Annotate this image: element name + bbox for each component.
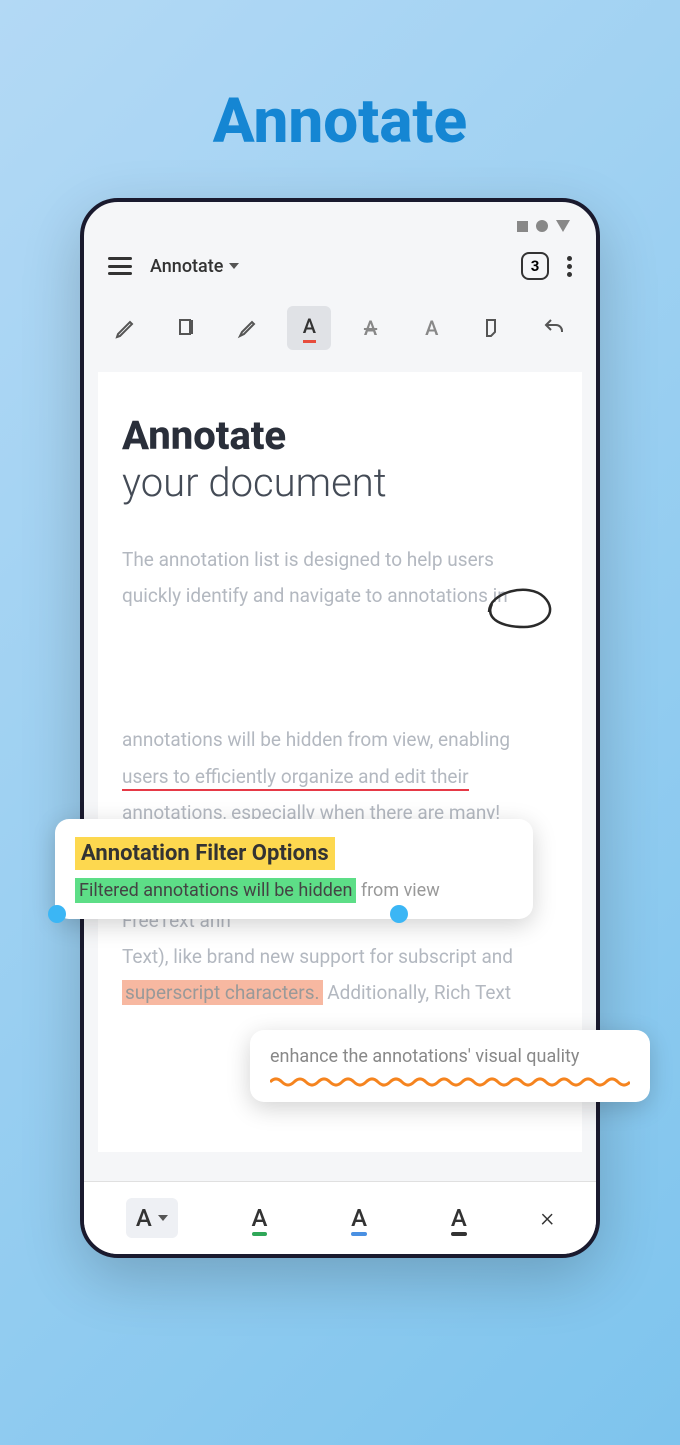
squiggle-underline-icon: [270, 1076, 630, 1088]
freehand-scribble: [474, 572, 564, 642]
color-red-button[interactable]: A: [126, 1198, 178, 1238]
selection-handle-right[interactable]: [390, 905, 408, 923]
shape-tool-icon[interactable]: [471, 306, 515, 350]
squiggle-tool-icon[interactable]: A: [410, 306, 454, 350]
doc-title-light: your document: [122, 459, 558, 506]
undo-icon[interactable]: [532, 306, 576, 350]
hamburger-menu-icon[interactable]: [108, 257, 132, 275]
status-icons: [517, 220, 570, 232]
status-triangle-icon: [556, 220, 570, 232]
strikethrough-tool-icon[interactable]: A: [349, 306, 393, 350]
squiggle-popup-card: enhance the annotations' visual quality: [250, 1030, 650, 1102]
chevron-down-icon: [158, 1215, 168, 1221]
status-circle-icon: [536, 220, 548, 232]
selection-handle-left[interactable]: [48, 905, 66, 923]
mode-label-text: Annotate: [150, 256, 223, 277]
green-highlight: Filtered annotations will be hidden: [75, 878, 356, 903]
squiggle-text: enhance the annotations' visual quality: [270, 1046, 630, 1067]
doc-title-bold: Annotate: [122, 412, 558, 459]
color-blue-button[interactable]: A: [341, 1198, 377, 1238]
pen-tool-icon[interactable]: [104, 306, 148, 350]
annotation-toolbar: A A A: [84, 298, 596, 364]
red-underline-annotation: users to efficiently organize and edit t…: [122, 765, 469, 791]
highlight-popup-card: Annotation Filter Options Filtered annot…: [55, 819, 533, 919]
mode-dropdown[interactable]: Annotate: [150, 256, 239, 277]
chevron-down-icon: [229, 263, 239, 269]
underline-tool-icon[interactable]: A: [287, 306, 331, 350]
peach-highlight-annotation: superscript characters.: [122, 980, 323, 1005]
highlighter-tool-icon[interactable]: [226, 306, 270, 350]
close-button[interactable]: ×: [540, 1203, 554, 1233]
color-palette-toolbar: A A A A ×: [84, 1181, 596, 1254]
more-options-icon[interactable]: [567, 256, 572, 277]
yellow-highlight: Annotation Filter Options: [75, 837, 335, 870]
status-square-icon: [517, 221, 528, 232]
color-dark-button[interactable]: A: [441, 1198, 477, 1238]
tab-count-button[interactable]: 3: [521, 252, 549, 280]
app-header: Annotate 3: [84, 202, 596, 298]
hero-title: Annotate: [0, 85, 680, 158]
color-green-button[interactable]: A: [242, 1198, 278, 1238]
note-tool-icon[interactable]: [165, 306, 209, 350]
